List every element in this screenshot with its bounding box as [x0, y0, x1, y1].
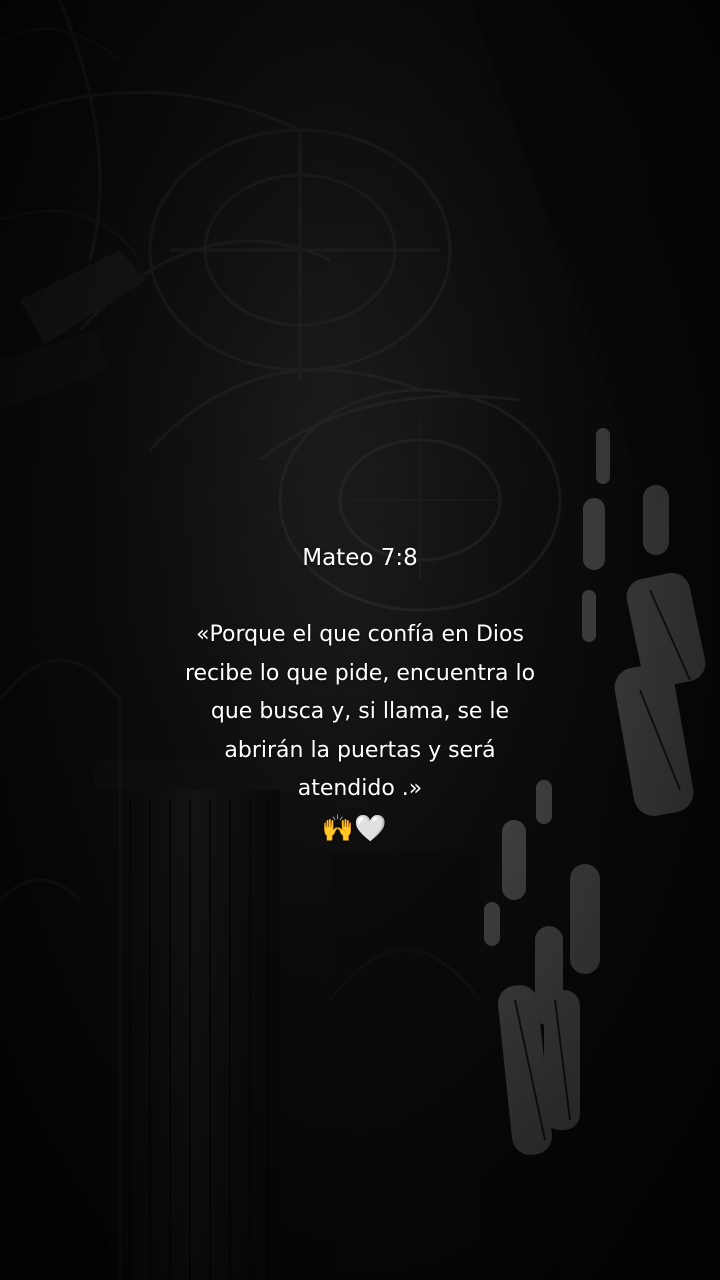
verse-line: «Porque el que confía en Dios — [196, 622, 524, 647]
verse-line: recibe lo que pide, encuentra lo — [184, 660, 536, 686]
raised-hands-white-heart-emoji: 🙌🤍 — [321, 813, 387, 844]
verse-reference: Mateo 7:8 — [302, 545, 418, 571]
verse-overlay: Mateo 7:8 «Porque el que confía en Dios … — [150, 538, 570, 849]
verse-line: atendido .» — [297, 776, 423, 801]
verse-line: que busca y, si llama, se le — [210, 699, 510, 724]
verse-line: abrirán la puertas y será — [224, 737, 496, 763]
verse-text: «Porque el que confía en Dios recibe lo … — [150, 616, 570, 809]
wallpaper: Mateo 7:8 «Porque el que confía en Dios … — [0, 0, 720, 1280]
